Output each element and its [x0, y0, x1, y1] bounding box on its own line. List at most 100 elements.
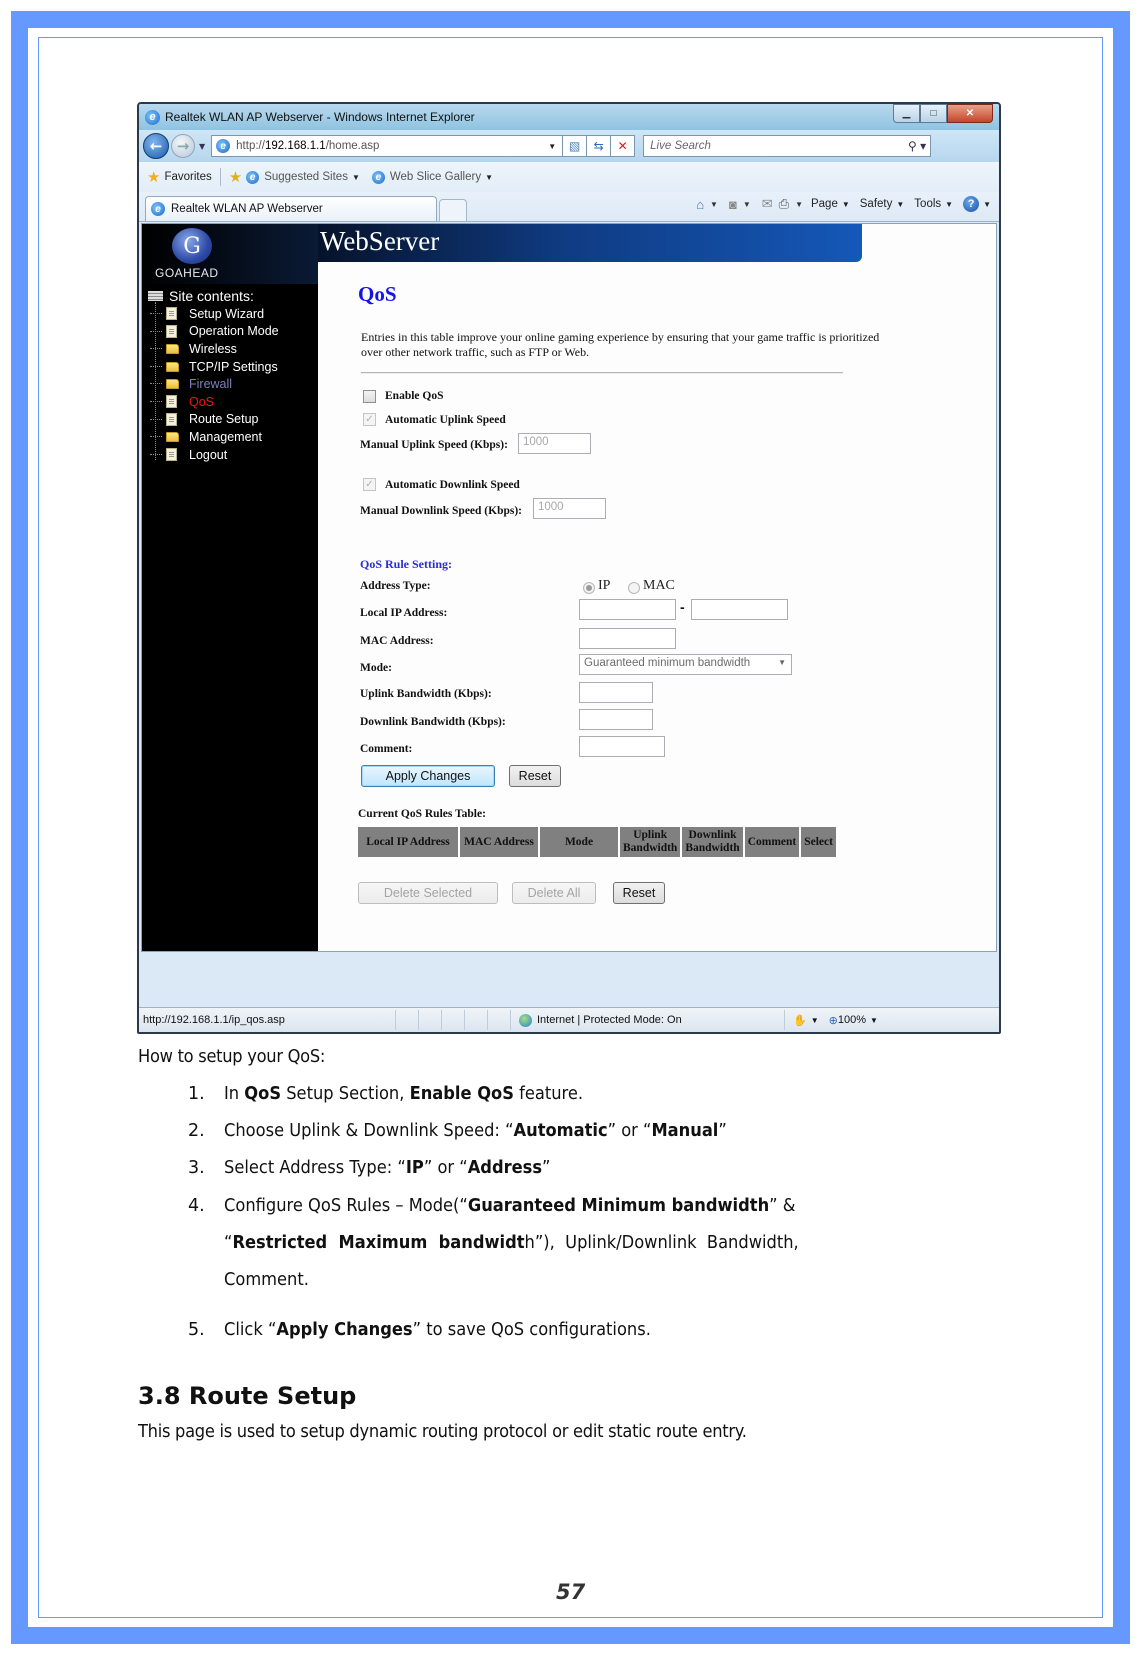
zoom-level[interactable]: 100%	[838, 1014, 866, 1026]
address-bar[interactable]: e http://192.168.1.1/home.asp ▼	[211, 135, 564, 157]
search-placeholder: Live Search	[650, 140, 711, 152]
forward-button[interactable]: →	[171, 134, 195, 158]
search-icon[interactable]: ⚲ ▾	[908, 139, 930, 153]
address-path: /home.asp	[325, 140, 380, 152]
chevron-down-icon: ▼	[485, 172, 493, 182]
address-dropdown-icon[interactable]: ▼	[548, 142, 556, 151]
separator	[219, 168, 221, 186]
favorites-button[interactable]: Favorites	[164, 171, 211, 183]
sidebar-item-operation-mode[interactable]: Operation Mode	[148, 323, 279, 341]
search-input[interactable]: Live Search ⚲ ▾	[643, 135, 932, 157]
column-header-text: Local IP Address	[366, 835, 450, 848]
downlink-bandwidth-input[interactable]	[579, 709, 653, 730]
table-reset-button[interactable]: Reset	[613, 882, 665, 904]
manual-downlink-input[interactable]: 1000	[533, 498, 606, 519]
address-type-mac-radio[interactable]	[628, 582, 640, 594]
navigation-bar: ← → ▼ e http://192.168.1.1/home.asp ▼ ▧ …	[139, 130, 999, 162]
chevron-down-icon[interactable]: ▼	[811, 1016, 819, 1025]
favorites-star-icon: ★	[147, 169, 161, 186]
chevron-down-icon[interactable]: ▼	[983, 200, 991, 209]
banner-title: WebServer	[320, 226, 440, 256]
ie-logo-icon: e	[145, 109, 160, 125]
title-bar: e Realtek WLAN AP Webserver - Windows In…	[139, 104, 999, 130]
help-icon[interactable]: ?	[963, 196, 980, 212]
column-header: Uplink Bandwidth	[620, 827, 681, 857]
sidebar-item-setup-wizard[interactable]: Setup Wizard	[148, 305, 279, 323]
sidebar-item-firewall[interactable]: Firewall	[148, 375, 279, 393]
home-icon[interactable]: ⌂	[696, 197, 704, 212]
emphasis-text: Enable QoS	[409, 1084, 514, 1104]
sidebar-item-label: Logout	[189, 447, 228, 462]
enable-qos-checkbox[interactable]	[363, 390, 376, 403]
emphasis-text: Manual	[651, 1121, 719, 1141]
chevron-down-icon[interactable]: ▼	[743, 200, 751, 209]
close-window-button[interactable]: ✕	[947, 104, 993, 123]
delete-selected-button[interactable]: Delete Selected	[358, 882, 498, 904]
uplink-bandwidth-input[interactable]	[579, 682, 653, 703]
sidebar-item-tcp-ip-settings[interactable]: TCP/IP Settings	[148, 358, 279, 376]
mail-icon[interactable]: ✉	[762, 196, 773, 212]
sidebar-item-management[interactable]: Management	[148, 428, 279, 446]
maximize-button[interactable]: □	[920, 104, 947, 123]
manual-uplink-input[interactable]: 1000	[518, 433, 591, 454]
auto-uplink-checkbox[interactable]: ✓	[363, 413, 376, 426]
mode-select[interactable]: Guaranteed minimum bandwidth ▼	[579, 654, 792, 675]
mac-address-input[interactable]	[579, 628, 676, 649]
history-dropdown-icon[interactable]: ▼	[199, 142, 205, 151]
tab-realtek[interactable]: e Realtek WLAN AP Webserver	[145, 196, 437, 221]
delete-all-button[interactable]: Delete All	[512, 882, 596, 904]
page-icon: e	[216, 139, 231, 153]
print-icon[interactable]: ⎙	[779, 196, 789, 212]
local-ip-start-input[interactable]	[579, 599, 676, 620]
back-button[interactable]: ←	[143, 133, 169, 159]
web-content: G GOAHEAD Site contents: Setup Wizard Ope…	[141, 223, 997, 952]
refresh-button[interactable]: ⇆	[587, 135, 612, 157]
apply-changes-button[interactable]: Apply Changes	[361, 765, 495, 787]
page-icon: e	[371, 170, 385, 184]
sidebar-item-logout[interactable]: Logout	[148, 446, 279, 464]
page-icon: e	[151, 202, 165, 216]
sidebar-item-wireless[interactable]: Wireless	[148, 340, 279, 358]
sidebar-item-route-setup[interactable]: Route Setup	[148, 411, 279, 429]
auto-downlink-checkbox[interactable]: ✓	[363, 478, 376, 491]
popup-blocker-icon[interactable]: ✋	[793, 1014, 807, 1027]
step-text: Choose Uplink & Downlink Speed: “	[224, 1121, 514, 1141]
feeds-icon[interactable]: ◙	[729, 197, 737, 212]
add-favorite-icon[interactable]: ★	[229, 168, 242, 186]
column-header: Downlink Bandwidth	[682, 827, 743, 857]
safety-menu[interactable]: Safety ▼	[860, 198, 905, 210]
compatibility-view-button[interactable]: ▧	[563, 135, 588, 157]
chevron-down-icon[interactable]: ▼	[710, 200, 718, 209]
local-ip-end-input[interactable]	[691, 599, 788, 620]
sidebar-item-label: TCP/IP Settings	[189, 359, 278, 374]
chevron-down-icon[interactable]: ▼	[870, 1016, 878, 1025]
window-controls: ▁ □ ✕	[893, 104, 993, 123]
emphasis-text: Guaranteed Minimum bandwidth	[467, 1196, 770, 1216]
sidebar-item-label: Operation Mode	[189, 324, 279, 339]
step-text: ” to save QoS configurations.	[412, 1320, 651, 1340]
address-type-ip-radio[interactable]	[583, 582, 595, 594]
stop-button[interactable]: ✕	[611, 135, 636, 157]
qos-rules-table: Local IP Address MAC Address Mode Uplink Ban…	[356, 825, 838, 859]
tools-menu[interactable]: Tools ▼	[914, 198, 953, 210]
chevron-down-icon: ▼	[945, 200, 954, 209]
suggested-sites-link[interactable]: e Suggested Sites ▼	[246, 170, 360, 184]
chevron-down-icon[interactable]: ▼	[795, 200, 803, 209]
new-tab-button[interactable]	[439, 199, 467, 221]
security-zone[interactable]: Internet | Protected Mode: On	[510, 1010, 778, 1030]
comment-input[interactable]	[579, 736, 665, 757]
minimize-button[interactable]: ▁	[893, 104, 920, 123]
emphasis-text: QoS	[244, 1084, 282, 1104]
comment-label: Comment:	[360, 743, 413, 755]
web-slice-gallery-link[interactable]: e Web Slice Gallery ▼	[371, 170, 493, 184]
status-cell	[395, 1010, 418, 1030]
rules-table-title: Current QoS Rules Table:	[358, 808, 486, 820]
page-menu[interactable]: Page ▼	[811, 198, 850, 210]
reset-button[interactable]: Reset	[509, 765, 561, 787]
sidebar-item-qos[interactable]: QoS	[148, 393, 279, 411]
emphasis-text: Automatic	[513, 1121, 608, 1141]
list-number: 4.	[188, 1196, 205, 1216]
step-text: ” or “	[423, 1158, 468, 1178]
browser-window: e Realtek WLAN AP Webserver - Windows In…	[137, 102, 1001, 1034]
step-text: Configure QoS Rules – Mode(“	[224, 1196, 468, 1216]
